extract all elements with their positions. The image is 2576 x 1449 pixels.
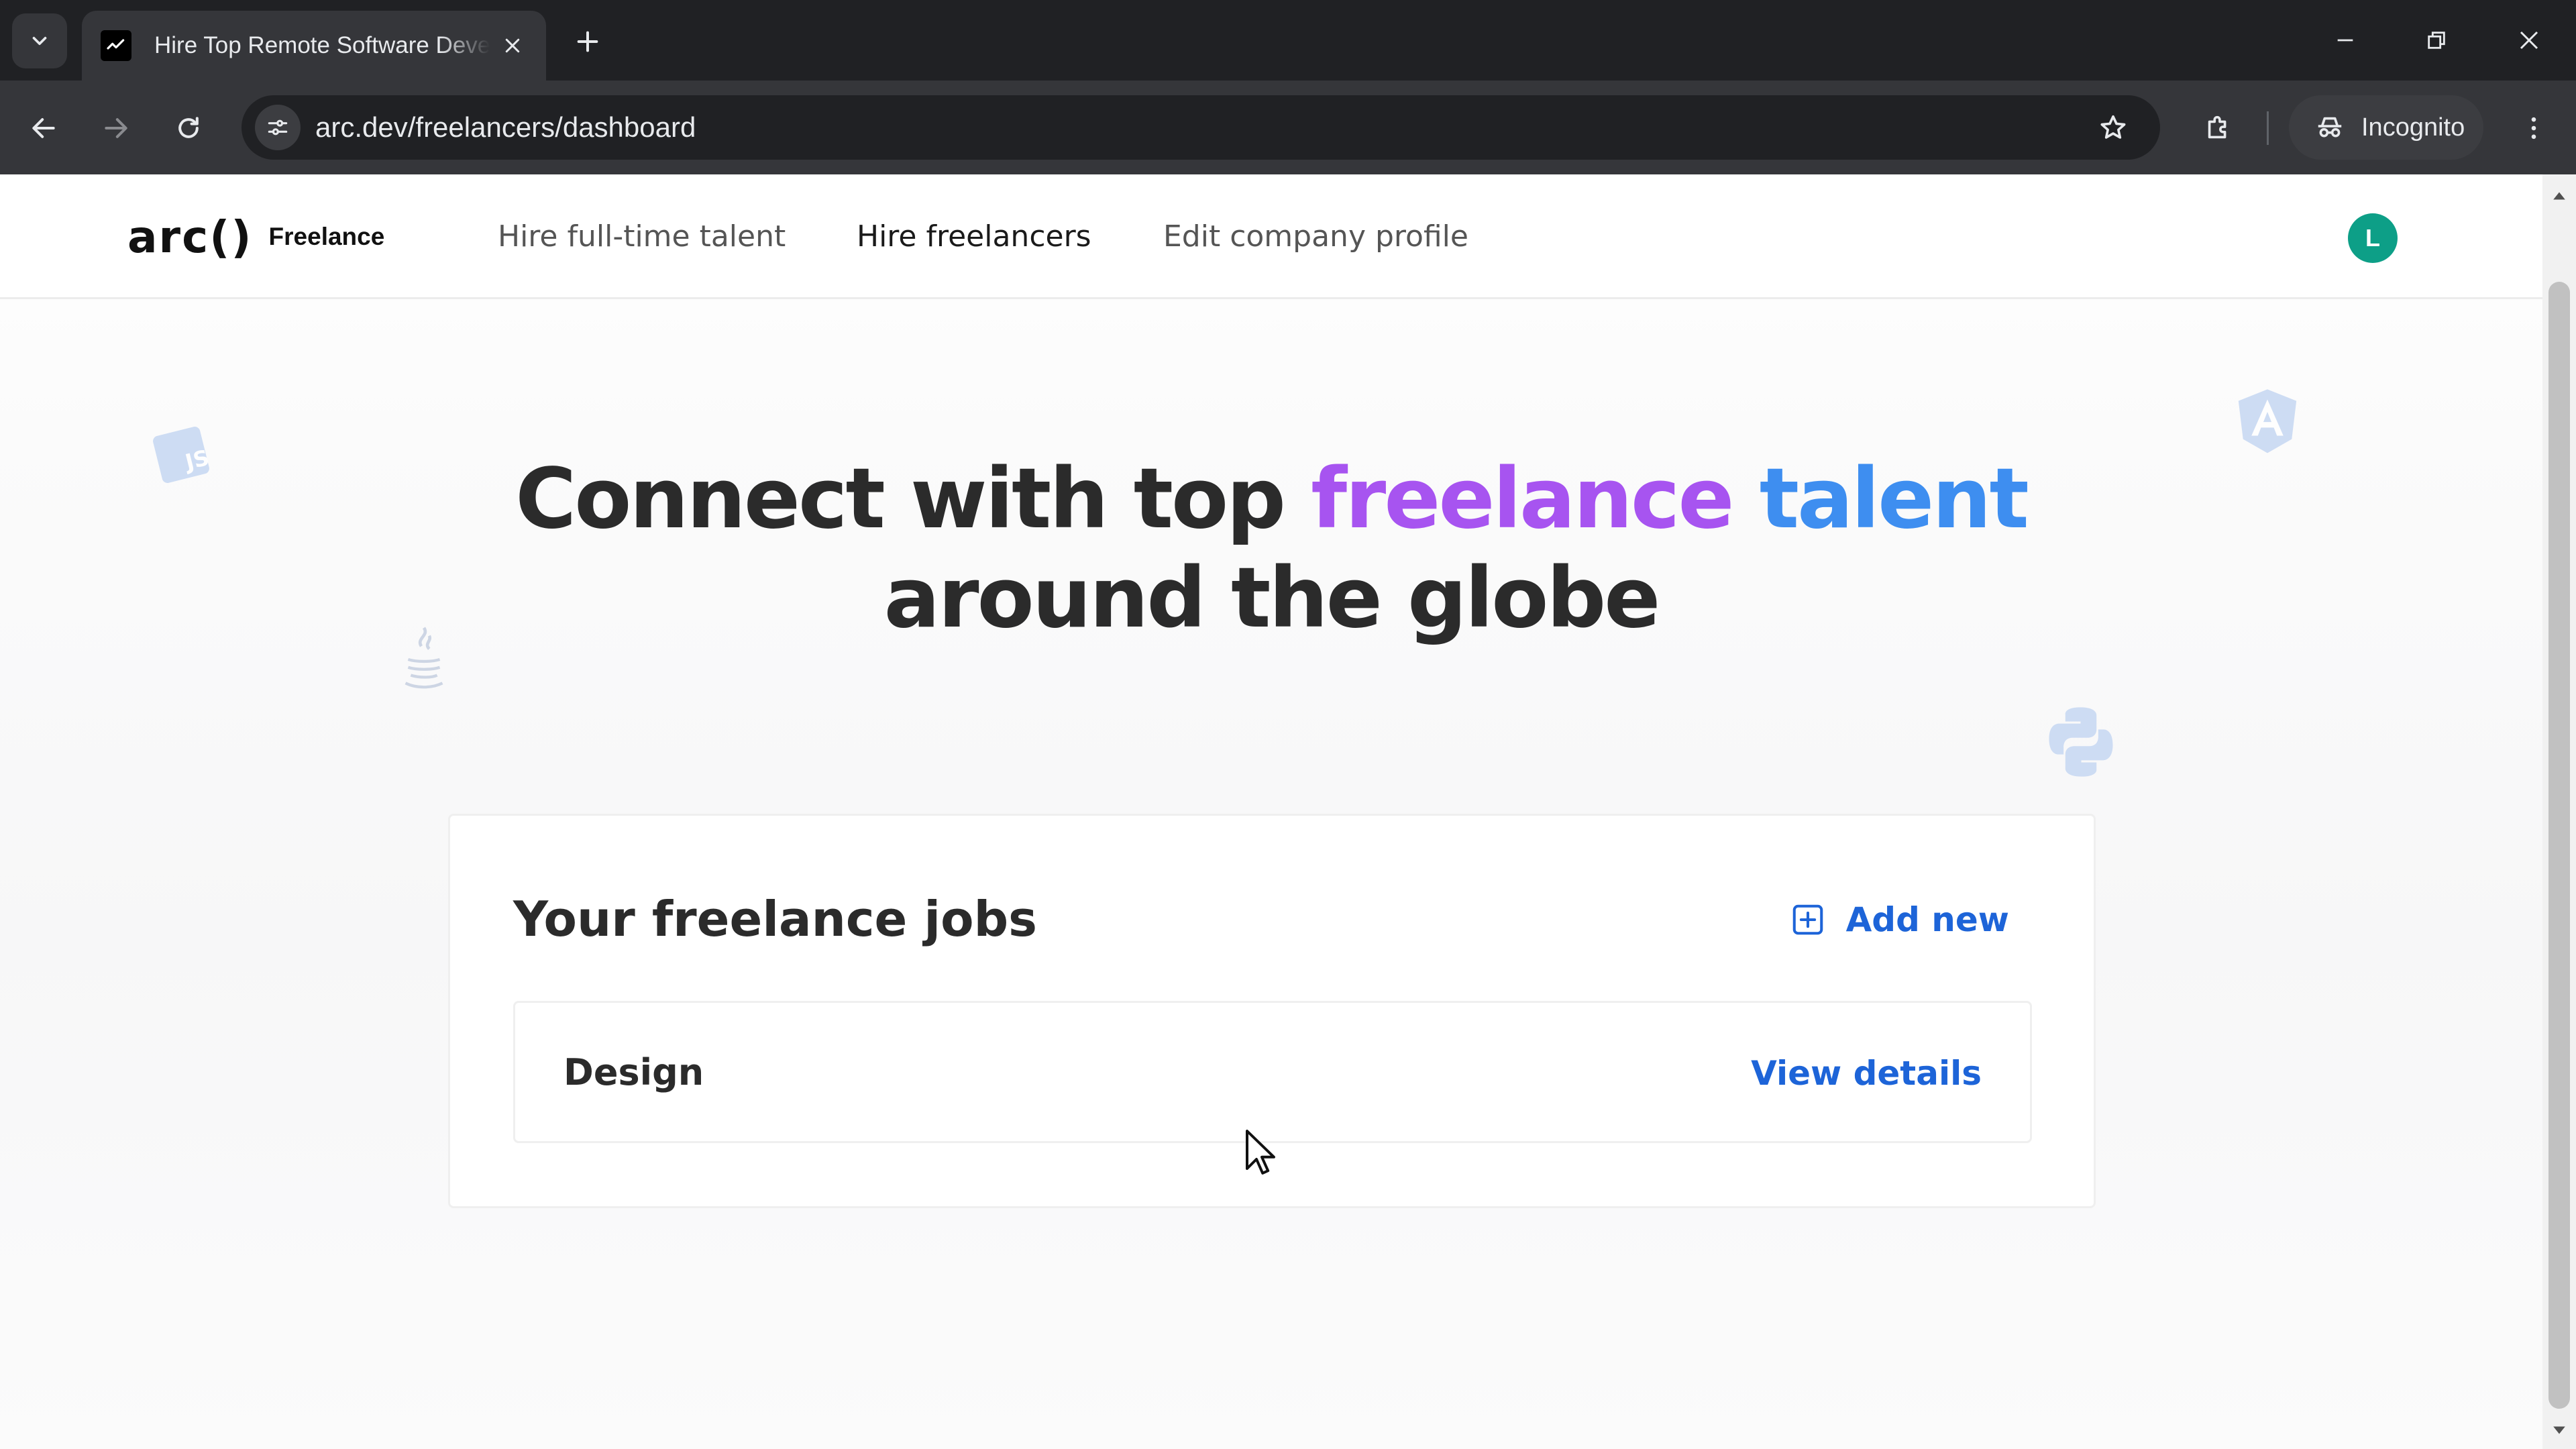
- address-bar[interactable]: arc.dev/freelancers/dashboard: [241, 95, 2160, 160]
- job-name: Design: [564, 1051, 704, 1093]
- browser-toolbar: arc.dev/freelancers/dashboard Incognito: [0, 80, 2576, 174]
- restore-icon: [2428, 32, 2445, 49]
- star-icon: [2100, 115, 2126, 139]
- nav-hire-freelancers[interactable]: Hire freelancers: [857, 220, 1091, 254]
- close-window-button[interactable]: [2496, 13, 2563, 67]
- incognito-label: Incognito: [2361, 113, 2465, 142]
- browser-menu-button[interactable]: [2510, 105, 2557, 152]
- page-viewport: arc() Freelance Hire full-time talent Hi…: [0, 174, 2542, 1449]
- mouse-cursor-icon: [1246, 1130, 1275, 1175]
- logo-subtitle: Freelance: [268, 223, 385, 250]
- tab-title: Hire Top Remote Software Developers: [154, 32, 490, 58]
- nav-edit-company-profile[interactable]: Edit company profile: [1163, 220, 1468, 254]
- back-button[interactable]: [20, 105, 67, 152]
- minimize-button[interactable]: [2312, 13, 2379, 67]
- angular-icon: [2238, 389, 2297, 453]
- triangle-up-icon: [2553, 192, 2565, 200]
- python-icon: [2049, 707, 2113, 777]
- scroll-thumb[interactable]: [2548, 282, 2570, 1409]
- jobs-section-title: Your freelance jobs: [513, 891, 1037, 947]
- add-new-job-button[interactable]: Add new: [1790, 896, 2009, 943]
- hero-line2: around the globe: [883, 550, 1661, 647]
- close-icon: [505, 38, 520, 53]
- tune-icon: [268, 119, 288, 136]
- hero-highlight-space: [1733, 451, 1760, 547]
- extensions-button[interactable]: [2195, 105, 2242, 152]
- tab-search-button[interactable]: [12, 13, 67, 68]
- logo-wordmark: arc(): [127, 211, 253, 263]
- browser-tab-strip: Hire Top Remote Software Developers: [0, 0, 2576, 80]
- user-avatar[interactable]: L: [2348, 213, 2398, 263]
- tab-close-button[interactable]: [498, 31, 527, 60]
- scroll-down-button[interactable]: [2542, 1417, 2576, 1444]
- kebab-menu-icon: [2531, 117, 2536, 140]
- hero-line1-prefix: Connect with top: [515, 451, 1311, 547]
- url-text[interactable]: arc.dev/freelancers/dashboard: [315, 95, 696, 160]
- arc-favicon-icon: [101, 30, 131, 61]
- scroll-up-button[interactable]: [2542, 182, 2576, 209]
- reload-icon: [178, 117, 199, 138]
- site-info-button[interactable]: [255, 105, 301, 150]
- view-details-link[interactable]: View details: [1751, 1054, 1982, 1093]
- hero-heading: Connect with top freelance talent around…: [0, 449, 2542, 648]
- plus-square-icon: [1792, 904, 1823, 935]
- incognito-profile-button[interactable]: Incognito: [2289, 95, 2483, 160]
- browser-tab[interactable]: Hire Top Remote Software Developers: [82, 11, 546, 80]
- incognito-icon: [2318, 117, 2342, 138]
- arrow-right-icon: [105, 118, 127, 138]
- restore-button[interactable]: [2403, 13, 2470, 67]
- job-list-item: Design View details: [513, 1001, 2032, 1143]
- toolbar-divider: [2267, 111, 2269, 145]
- new-tab-button[interactable]: [568, 21, 608, 62]
- puzzle-icon: [2208, 115, 2226, 139]
- site-logo[interactable]: arc() Freelance: [127, 207, 384, 267]
- nav-hire-full-time-talent[interactable]: Hire full-time talent: [498, 220, 786, 254]
- bookmark-button[interactable]: [2093, 107, 2133, 148]
- hero-highlight-freelance: freelance: [1311, 451, 1734, 547]
- chevron-down-icon: [32, 36, 47, 46]
- close-icon: [2520, 31, 2538, 50]
- forward-button[interactable]: [93, 105, 140, 152]
- reload-button[interactable]: [165, 105, 212, 152]
- triangle-down-icon: [2553, 1426, 2565, 1434]
- site-header: arc() Freelance Hire full-time talent Hi…: [0, 174, 2542, 299]
- add-new-label: Add new: [1845, 900, 2009, 939]
- page-scrollbar[interactable]: [2542, 174, 2576, 1449]
- hero-highlight-talent: talent: [1759, 451, 2029, 547]
- plus-icon: [577, 31, 598, 52]
- arrow-left-icon: [32, 118, 55, 138]
- minimize-icon: [2337, 39, 2353, 42]
